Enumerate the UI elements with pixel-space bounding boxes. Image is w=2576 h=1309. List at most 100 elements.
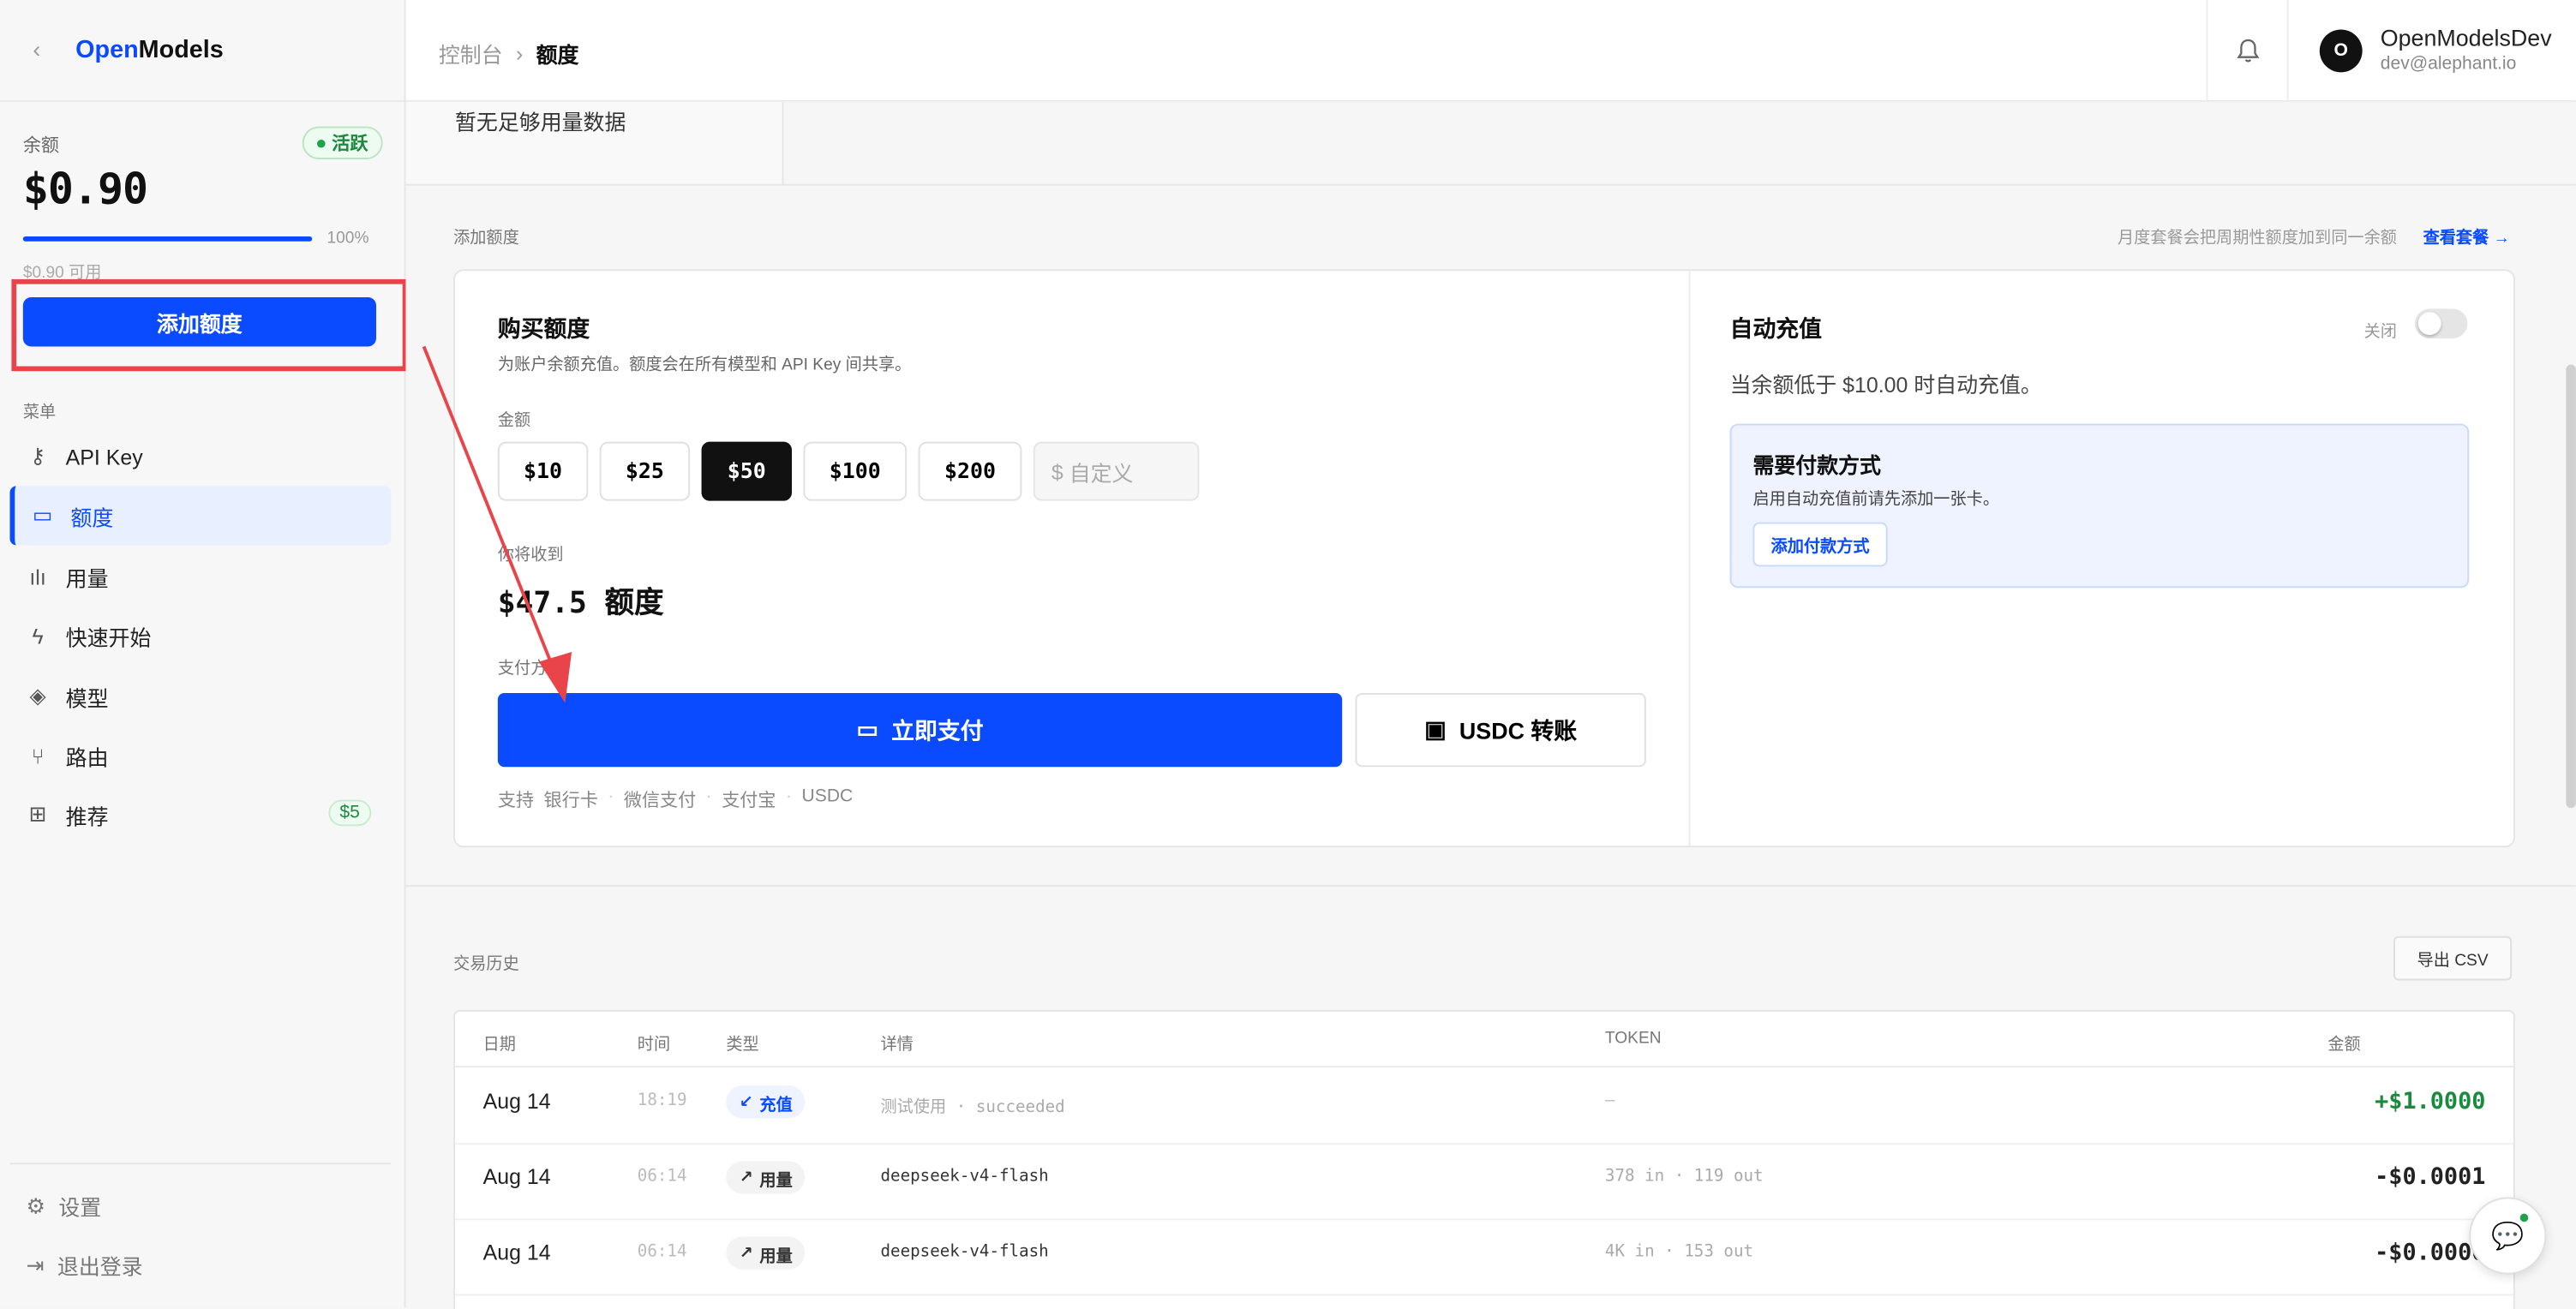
avatar[interactable]: O — [2319, 29, 2363, 73]
row-token: 378 in · 119 out — [1604, 1167, 1764, 1186]
col-amount[interactable]: 金额 — [2327, 1030, 2360, 1055]
buy-credit-desc: 为账户余额充值。额度会在所有模型和 API Key 间共享。 — [497, 356, 912, 375]
usdc-transfer-button[interactable]: ▣ USDC 转账 — [1355, 692, 1646, 768]
table-header: 日期 时间 类型 详情 TOKEN 金额 — [455, 1012, 2514, 1068]
key-icon: ⚷ — [29, 443, 46, 469]
top-header: 控制台 › 额度 O OpenModelsDev dev@alephant.io — [405, 0, 2576, 102]
row-date: Aug 14 — [482, 1164, 551, 1189]
toggle-knob — [2417, 312, 2441, 336]
balance-value: $0.90 — [22, 165, 148, 216]
type-pill-usage: ↗ 用量 — [726, 1236, 806, 1270]
bar-chart-icon: ılı — [29, 564, 46, 589]
breadcrumb-current: 额度 — [536, 42, 579, 68]
arrow-down-left-icon: ↙ — [739, 1092, 753, 1111]
col-detail[interactable]: 详情 — [881, 1030, 914, 1055]
breadcrumb: 控制台 › 额度 — [439, 38, 579, 69]
sidebar-item-api-key[interactable]: ⚷ API Key — [10, 427, 392, 486]
credit-card-icon: ▭ — [856, 715, 878, 743]
user-email: dev@alephant.io — [2380, 54, 2517, 75]
sidebar-item-credits[interactable]: ▭ 额度 — [9, 486, 392, 546]
custom-amount-input[interactable]: $ 自定义 — [1033, 441, 1200, 501]
auto-recharge-desc: 当余额低于 $10.00 时自动充值。 — [1729, 373, 2042, 397]
receive-value: $47.5 额度 — [497, 586, 664, 621]
col-type[interactable]: 类型 — [726, 1030, 758, 1055]
sidebar-item-quickstart[interactable]: ϟ 快速开始 — [10, 606, 392, 665]
row-amount: -$0.0000 — [2375, 1240, 2486, 1267]
type-pill-usage: ↗ 用量 — [726, 1161, 806, 1194]
row-date: Aug 14 — [482, 1240, 551, 1265]
row-time: 06:14 — [637, 1243, 687, 1262]
sidebar-item-routing[interactable]: ⑂ 路由 — [10, 726, 392, 785]
row-amount: +$1.0000 — [2375, 1088, 2486, 1115]
amount-option-100[interactable]: $100 — [803, 441, 908, 501]
sidebar: ‹ OpenModels 余额 活跃 $0.90 100% $0.90 可用 添… — [0, 0, 408, 1307]
receive-label: 你将收到 — [497, 547, 564, 565]
gift-icon: ⊞ — [28, 801, 47, 827]
balance-percent: 100% — [326, 230, 369, 248]
notification-button[interactable] — [2206, 0, 2289, 100]
bell-icon — [2236, 38, 2259, 62]
auto-recharge-toggle-label: 关闭 — [2363, 323, 2397, 342]
breadcrumb-console[interactable]: 控制台 — [439, 38, 503, 69]
sidebar-divider — [9, 1163, 392, 1165]
col-date[interactable]: 日期 — [483, 1030, 516, 1055]
gear-icon: ⚙ — [26, 1192, 46, 1218]
page-scrollbar[interactable] — [2566, 364, 2576, 809]
online-dot-icon — [2519, 1213, 2529, 1222]
brand-logo[interactable]: OpenModels — [75, 36, 224, 64]
status-dot-icon — [316, 138, 326, 147]
chat-support-button[interactable]: 💬 — [2469, 1197, 2547, 1275]
col-token[interactable]: TOKEN — [1605, 1030, 1662, 1048]
sidebar-item-models[interactable]: ◈ 模型 — [10, 666, 392, 726]
auto-recharge-toggle[interactable] — [2414, 308, 2468, 338]
row-time: 06:14 — [637, 1167, 687, 1186]
export-csv-button[interactable]: 导出 CSV — [2393, 935, 2513, 981]
sidebar-item-logout[interactable]: ⇥ 退出登录 — [27, 1250, 143, 1281]
logout-icon: ⇥ — [26, 1252, 45, 1277]
row-detail: deepseek-v4-flash — [880, 1243, 1049, 1262]
supported-methods: 支持 银行卡 · 微信支付 · 支付宝 · USDC — [497, 786, 854, 811]
view-plans-link[interactable]: 查看套餐 → — [2423, 224, 2510, 248]
col-time[interactable]: 时间 — [638, 1030, 670, 1055]
no-data-text: 暂无足够用量数据 — [455, 110, 626, 135]
table-row[interactable]: Aug 14 06:14 ↗ 用量 deepseek-v4-flash 378 i… — [455, 1143, 2514, 1221]
balance-progress — [22, 236, 313, 242]
sidebar-item-settings[interactable]: ⚙ 设置 — [27, 1191, 102, 1222]
chevron-left-icon[interactable]: ‹ — [33, 36, 40, 63]
usage-no-data-panel: 暂无足够用量数据 — [405, 101, 784, 184]
amount-option-10[interactable]: $10 — [497, 441, 589, 501]
sidebar-item-usage[interactable]: ılı 用量 — [10, 547, 392, 606]
row-date: Aug 14 — [482, 1088, 551, 1114]
table-row[interactable]: Aug 14 18:19 ↙ 充值 测试使用 · succeeded — +$1.… — [455, 1067, 2514, 1145]
row-time: 18:19 — [637, 1091, 687, 1110]
payment-required-desc: 启用自动充值前请先添加一张卡。 — [1752, 491, 1999, 510]
amount-option-200[interactable]: $200 — [918, 441, 1022, 501]
section-divider — [405, 885, 2576, 888]
chevron-right-icon: › — [515, 40, 524, 66]
wallet-icon: ▣ — [1424, 715, 1447, 743]
add-credit-card: 购买额度 为账户余额充值。额度会在所有模型和 API Key 间共享。 金额 $… — [453, 269, 2515, 848]
history-title: 交易历史 — [453, 955, 519, 974]
buy-credit-title: 购买额度 — [497, 315, 590, 342]
card-divider — [1688, 271, 1691, 846]
amount-option-50[interactable]: $50 — [701, 441, 792, 501]
payment-required-title: 需要付款方式 — [1752, 453, 1881, 478]
user-name[interactable]: OpenModelsDev — [2381, 25, 2552, 51]
main-content: 暂无足够用量数据 添加额度 月度套餐会把周期性额度加到同一余额 查看套餐 → 购… — [405, 101, 2576, 1309]
payment-method-label: 支付方式 — [497, 660, 564, 678]
brand-bar: ‹ OpenModels — [0, 0, 404, 102]
status-badge: 活跃 — [302, 126, 383, 159]
type-pill-topup: ↙ 充值 — [726, 1085, 806, 1119]
amount-option-25[interactable]: $25 — [599, 441, 691, 501]
chat-bubble-icon: 💬 — [2491, 1222, 2525, 1251]
menu-label: 菜单 — [22, 403, 57, 422]
arrow-up-right-icon: ↗ — [739, 1244, 753, 1263]
add-payment-method-button[interactable]: 添加付款方式 — [1752, 522, 1888, 567]
plan-note: 月度套餐会把周期性额度加到同一余额 — [2118, 230, 2397, 248]
table-row[interactable]: Aug 14 06:14 ↗ 用量 deepseek-v4-flash 4K in… — [455, 1218, 2514, 1296]
sidebar-item-referral[interactable]: ⊞ 推荐 $5 — [10, 785, 392, 844]
pay-now-button[interactable]: ▭ 立即支付 — [497, 692, 1343, 768]
row-detail: deepseek-v4-flash — [880, 1167, 1049, 1186]
balance-label: 余额 — [22, 136, 60, 157]
section-divider — [405, 183, 2576, 186]
